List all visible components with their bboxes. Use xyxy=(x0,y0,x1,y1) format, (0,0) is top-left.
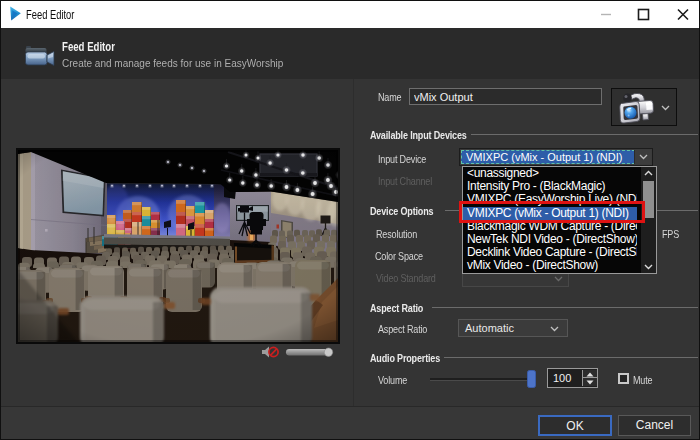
preview-volume-slider[interactable] xyxy=(286,348,333,356)
camera-type-button[interactable] xyxy=(611,88,677,126)
spin-up-button[interactable] xyxy=(583,370,597,378)
dialog-footer: OK Cancel xyxy=(1,406,699,439)
camera-button-chevron-icon xyxy=(661,105,670,111)
ok-button[interactable]: OK xyxy=(538,415,612,436)
input-channel-label: Input Channel xyxy=(378,175,432,187)
header-subtitle: Create and manage feeds for use in EasyW… xyxy=(62,57,283,69)
aspect-ratio-value: Automatic xyxy=(465,322,514,334)
aspect-ratio-label: Aspect Ratio xyxy=(378,323,427,335)
muted-speaker-icon[interactable] xyxy=(262,347,278,358)
dropdown-option[interactable]: NewTek NDI Video - (DirectShow) xyxy=(463,233,637,246)
group-device-options: Device Options xyxy=(370,205,433,217)
group-line xyxy=(444,357,698,358)
input-device-label: Input Device xyxy=(378,153,426,165)
close-button[interactable] xyxy=(666,1,700,28)
preview-audio-controls xyxy=(259,345,339,359)
dropdown-option[interactable]: <unassigned> xyxy=(463,167,637,180)
group-line xyxy=(432,307,698,308)
group-aspect-ratio: Aspect Ratio xyxy=(370,302,423,314)
dialog-body: Name Available Input Devices Input Dev xyxy=(1,79,699,406)
chevron-down-icon xyxy=(554,276,563,282)
mute-checkbox[interactable] xyxy=(618,373,629,384)
feed-name-input[interactable] xyxy=(409,88,602,105)
dropdown-option[interactable]: vMix Video - (DirectShow) xyxy=(463,259,637,272)
close-icon xyxy=(666,1,700,28)
video-standard-label: Video Standard xyxy=(376,272,436,284)
scroll-down-icon[interactable] xyxy=(644,263,653,270)
header-title: Feed Editor xyxy=(62,39,115,54)
preview-audio-svg xyxy=(259,345,339,359)
video-camera-icon xyxy=(25,39,55,69)
minimize-button[interactable] xyxy=(589,1,623,28)
fps-label: FPS xyxy=(662,228,679,240)
resolution-label: Resolution xyxy=(376,228,417,240)
input-device-combobox[interactable]: VMIXPC (vMix - Output 1) (NDI) xyxy=(459,148,653,166)
preview-photo xyxy=(18,150,338,342)
feed-editor-dialog: Feed Editor Feed Editor Create and manag… xyxy=(0,0,700,440)
volume-label: Volume xyxy=(378,374,407,386)
panel-divider xyxy=(353,79,354,406)
input-device-value: VMIXPC (vMix - Output 1) (NDI) xyxy=(461,150,635,164)
spin-down-icon xyxy=(586,380,594,385)
title-bar: Feed Editor xyxy=(1,1,699,28)
easyworship-logo-icon xyxy=(9,6,22,21)
group-audio-properties: Audio Properties xyxy=(370,352,440,364)
scroll-up-icon[interactable] xyxy=(644,170,653,177)
chevron-down-icon xyxy=(639,154,648,160)
volume-value: 100 xyxy=(553,372,571,384)
chevron-down-icon xyxy=(550,326,559,332)
cancel-button[interactable]: Cancel xyxy=(618,415,691,436)
window-title: Feed Editor xyxy=(26,8,74,22)
color-space-label: Color Space xyxy=(375,250,423,262)
group-available-input-devices: Available Input Devices xyxy=(370,129,467,141)
minimize-icon xyxy=(589,1,623,28)
input-device-dropdown-arrow[interactable] xyxy=(634,150,651,164)
maximize-button[interactable] xyxy=(626,1,660,28)
group-line xyxy=(471,134,698,135)
camera-button-icon xyxy=(616,90,660,126)
maximize-icon xyxy=(626,1,660,28)
dialog-header: Feed Editor Create and manage feeds for … xyxy=(1,28,699,79)
volume-number-input[interactable]: 100 xyxy=(547,368,598,388)
name-label: Name xyxy=(378,91,401,103)
video-preview xyxy=(16,148,340,344)
volume-slider-thumb[interactable] xyxy=(527,370,536,388)
volume-slider-track[interactable] xyxy=(430,378,531,381)
mute-label: Mute xyxy=(633,374,652,386)
dropdown-option[interactable]: Decklink Video Capture - (DirectShow) xyxy=(463,246,637,259)
aspect-ratio-combobox[interactable]: Automatic xyxy=(458,319,568,337)
volume-spinner xyxy=(582,370,596,386)
dropdown-option[interactable]: Intensity Pro - (BlackMagic) xyxy=(463,180,637,193)
annotation-highlight-box xyxy=(459,201,645,223)
spin-down-button[interactable] xyxy=(583,378,597,386)
spin-up-icon xyxy=(586,372,594,377)
